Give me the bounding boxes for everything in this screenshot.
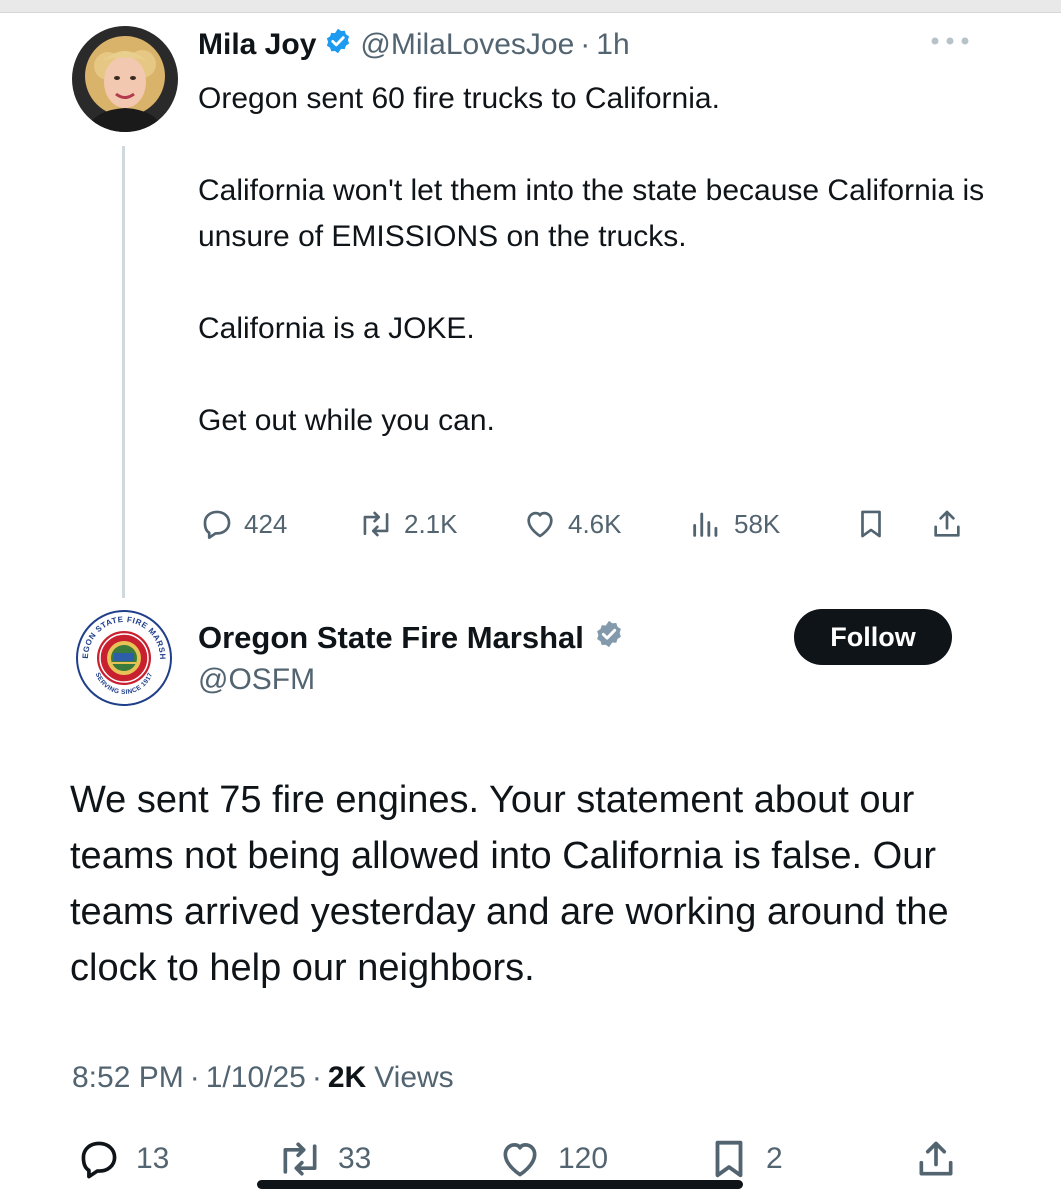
analytics-icon	[693, 512, 718, 537]
tweet-header: Mila Joy @MilaLovesJoe · 1h	[198, 24, 630, 66]
tweet-paragraph: Get out while you can.	[198, 404, 495, 437]
fire-marshal-logo-icon: OREGON STATE FIRE MARSHAL SERVING SINCE …	[71, 601, 173, 707]
avatar[interactable]	[72, 26, 178, 132]
bookmark-count: 2	[766, 1142, 783, 1175]
tweet-meta: 8:52 PM · 1/10/25 · 2K Views	[72, 1058, 454, 1098]
tweet-paragraph: Oregon sent 60 fire trucks to California…	[198, 82, 720, 115]
bookmark-icon	[715, 1140, 743, 1178]
heart-icon	[527, 511, 553, 538]
separator-dot: ·	[189, 1061, 200, 1094]
share-icon	[934, 510, 960, 537]
separator-dot: ·	[311, 1061, 322, 1094]
avatar-image	[72, 26, 178, 132]
tweet-text: Oregon sent 60 fire trucks to California…	[198, 76, 998, 444]
home-indicator-bar[interactable]	[257, 1180, 743, 1189]
follow-button[interactable]: Follow	[794, 609, 952, 665]
osfm-handle[interactable]: @OSFM	[198, 660, 315, 700]
tweet-time[interactable]: 1h	[596, 28, 629, 62]
repost-count: 33	[338, 1142, 372, 1175]
verified-gray-badge-icon	[594, 619, 624, 657]
tweet-time[interactable]: 8:52 PM	[72, 1061, 184, 1095]
repost-icon	[363, 511, 389, 537]
bookmark-icon	[861, 510, 881, 538]
bookmark-button[interactable]	[854, 502, 898, 546]
reply-button[interactable]: 13	[76, 1136, 169, 1182]
like-count: 120	[558, 1142, 609, 1175]
like-count: 4.6K	[568, 508, 622, 539]
repost-button[interactable]: 33	[276, 1136, 371, 1182]
verified-badge-icon	[324, 27, 352, 63]
share-button[interactable]	[930, 502, 974, 546]
like-button[interactable]: 4.6K	[522, 502, 622, 546]
tweet-paragraph: California is a JOKE.	[198, 312, 475, 345]
author-handle[interactable]: @MilaLovesJoe	[360, 28, 574, 62]
bookmark-button[interactable]: 2	[706, 1136, 783, 1182]
views-count: 2K	[327, 1061, 367, 1094]
heart-icon	[503, 1143, 537, 1177]
like-button[interactable]: 120	[496, 1136, 608, 1182]
tweet-date[interactable]: 1/10/25	[206, 1061, 306, 1095]
reply-button[interactable]: 424	[200, 502, 287, 546]
share-button[interactable]	[914, 1136, 972, 1182]
more-options-icon[interactable]	[928, 34, 972, 48]
author-name: Oregon State Fire Marshal	[198, 616, 624, 660]
repost-button[interactable]: 2.1K	[358, 502, 458, 546]
views-count: 58K	[734, 508, 781, 539]
views-label: Views	[374, 1061, 454, 1094]
reply-action-bar: 13 33 120 2	[70, 1136, 970, 1182]
osfm-name[interactable]: Oregon State Fire Marshal	[198, 620, 584, 656]
repost-icon	[283, 1142, 317, 1176]
separator-dot: ·	[580, 28, 591, 61]
share-icon	[919, 1141, 953, 1176]
reply-count: 424	[244, 508, 288, 539]
tweet-paragraph: California won't let them into the state…	[198, 174, 985, 253]
osfm-avatar[interactable]: OREGON STATE FIRE MARSHAL SERVING SINCE …	[71, 601, 174, 708]
views-button[interactable]: 58K	[688, 502, 780, 546]
repost-count: 2.1K	[404, 508, 458, 539]
reply-icon	[203, 510, 231, 539]
thread-connector-line	[122, 146, 125, 598]
author-name[interactable]: Mila Joy	[198, 28, 316, 62]
tweet-action-bar: 424 2.1K 4.6K 58K	[198, 502, 978, 546]
window-top-strip	[0, 0, 1061, 13]
reply-icon	[81, 1141, 117, 1179]
reply-tweet-text: We sent 75 fire engines. Your statement …	[70, 779, 949, 989]
reply-count: 13	[136, 1142, 170, 1175]
